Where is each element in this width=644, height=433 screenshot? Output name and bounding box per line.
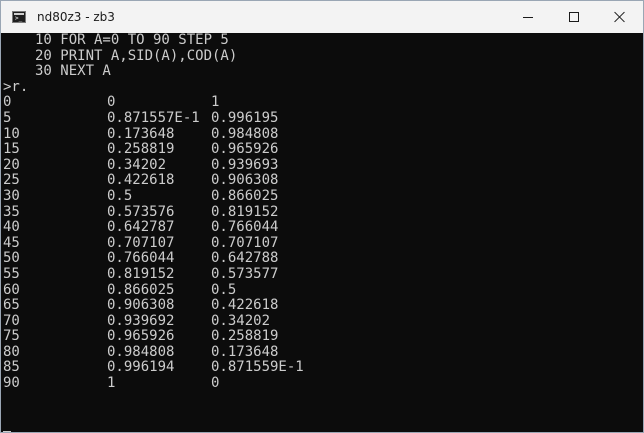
prompt-line: >r. [1, 78, 643, 96]
angle-value: 10 [3, 125, 20, 142]
close-icon [614, 11, 626, 23]
cosine-value: 0.707107 [211, 234, 279, 251]
output-table: 0 0 1 5 0.871557E-1 0.996195 10 0.173648 0.98480… [1, 95, 643, 391]
output-row: 70 0.939692 0.34202 [1, 312, 643, 330]
sine-value: 0.34202 [107, 156, 167, 173]
output-row: 90 1 0 [1, 375, 643, 392]
maximize-button[interactable] [551, 1, 597, 33]
angle-value: 25 [3, 172, 20, 189]
sine-value: 0.573576 [107, 203, 175, 220]
output-row: 50 0.766044 0.642788 [1, 251, 643, 267]
terminal-icon: >_ [12, 11, 26, 23]
angle-value: 85 [3, 359, 20, 376]
sine-value: 0.939692 [107, 312, 175, 329]
cosine-value: 0.766044 [211, 219, 279, 236]
angle-value: 15 [3, 141, 20, 158]
output-row: 60 0.866025 0.5 [1, 281, 643, 299]
sine-value: 0.984808 [107, 343, 175, 360]
cosine-value: 0.965926 [211, 141, 279, 158]
program-text: 30 NEXT A [35, 63, 111, 80]
sine-value: 0.871557E-1 [107, 109, 200, 126]
cosine-value: 0.422618 [211, 297, 279, 314]
output-row: 10 0.173648 0.984808 [1, 125, 643, 143]
angle-value: 45 [3, 234, 20, 251]
angle-value: 70 [3, 312, 20, 329]
angle-value: 90 [3, 375, 20, 392]
angle-value: 40 [3, 219, 20, 236]
angle-value: 55 [3, 265, 20, 282]
angle-value: 75 [3, 328, 20, 345]
output-row: 85 0.996194 0.871559E-1 [1, 360, 643, 376]
output-row: 75 0.965926 0.258819 [1, 329, 643, 345]
cosine-value: 0.871559E-1 [211, 359, 304, 376]
angle-value: 65 [3, 297, 20, 314]
cosine-value: 0.866025 [211, 187, 279, 204]
cosine-value: 0.819152 [211, 203, 279, 220]
angle-value: 80 [3, 343, 20, 360]
angle-value: 60 [3, 281, 20, 298]
output-row: 55 0.819152 0.573577 [1, 265, 643, 283]
angle-value: 20 [3, 156, 20, 173]
sine-value: 0.766044 [107, 250, 175, 267]
title-bar[interactable]: >_ nd80z3 - zb3 [1, 1, 643, 33]
window-title: nd80z3 - zb3 [37, 10, 115, 24]
angle-value: 30 [3, 187, 20, 204]
angle-value: 35 [3, 203, 20, 220]
cosine-value: 0.258819 [211, 328, 279, 345]
console-window: >_ nd80z3 - zb3 10 FOR A=0 TO 90 STEP 5 … [0, 0, 644, 433]
program-line: 30 NEXT A [1, 64, 643, 80]
command-prompt: >r. [3, 78, 29, 95]
sine-value: 0.5 [107, 187, 133, 204]
sine-value: 0.707107 [107, 234, 175, 251]
program-text: 20 PRINT A,SID(A),COD(A) [35, 47, 238, 64]
text-cursor [3, 431, 11, 432]
cosine-value: 0.34202 [211, 312, 271, 329]
angle-value: 5 [3, 109, 12, 126]
sine-value: 0.819152 [107, 265, 175, 282]
cosine-value: 0.984808 [211, 125, 279, 142]
output-row: 15 0.258819 0.965926 [1, 142, 643, 158]
sine-value: 0.422618 [107, 172, 175, 189]
cosine-value: 0.5 [211, 281, 237, 298]
angle-value: 0 [3, 94, 12, 111]
output-row: 25 0.422618 0.906308 [1, 173, 643, 189]
output-row: 20 0.34202 0.939693 [1, 156, 643, 174]
output-row: 40 0.642787 0.766044 [1, 220, 643, 236]
sine-value: 0.906308 [107, 297, 175, 314]
sine-value: 0.642787 [107, 219, 175, 236]
output-row: 5 0.871557E-1 0.996195 [1, 109, 643, 127]
sine-value: 1 [107, 375, 116, 392]
sine-value: 0 [107, 94, 116, 111]
cosine-value: 0.939693 [211, 156, 279, 173]
cosine-value: 0.173648 [211, 343, 279, 360]
output-row: 0 0 1 [1, 95, 643, 111]
cosine-value: 0.906308 [211, 172, 279, 189]
sine-value: 0.996194 [107, 359, 175, 376]
program-line: 10 FOR A=0 TO 90 STEP 5 [1, 33, 643, 49]
cosine-value: 1 [211, 94, 220, 111]
cosine-value: 0.996195 [211, 109, 279, 126]
cosine-value: 0 [211, 375, 220, 392]
output-row: 30 0.5 0.866025 [1, 187, 643, 205]
maximize-icon [569, 12, 579, 22]
output-row: 35 0.573576 0.819152 [1, 203, 643, 221]
output-row: 45 0.707107 0.707107 [1, 234, 643, 252]
console-output[interactable]: 10 FOR A=0 TO 90 STEP 5 20 PRINT A,SID(A… [1, 33, 643, 432]
output-row: 65 0.906308 0.422618 [1, 297, 643, 314]
program-line: 20 PRINT A,SID(A),COD(A) [1, 47, 643, 65]
sine-value: 0.173648 [107, 125, 175, 142]
cosine-value: 0.573577 [211, 265, 279, 282]
sine-value: 0.965926 [107, 328, 175, 345]
output-row: 80 0.984808 0.173648 [1, 343, 643, 361]
minimize-button[interactable] [505, 1, 551, 33]
close-button[interactable] [597, 1, 643, 33]
sine-value: 0.258819 [107, 141, 175, 158]
program-text: 10 FOR A=0 TO 90 STEP 5 [35, 33, 229, 48]
minimize-icon [523, 17, 533, 18]
cosine-value: 0.642788 [211, 250, 279, 267]
sine-value: 0.866025 [107, 281, 175, 298]
angle-value: 50 [3, 250, 20, 267]
